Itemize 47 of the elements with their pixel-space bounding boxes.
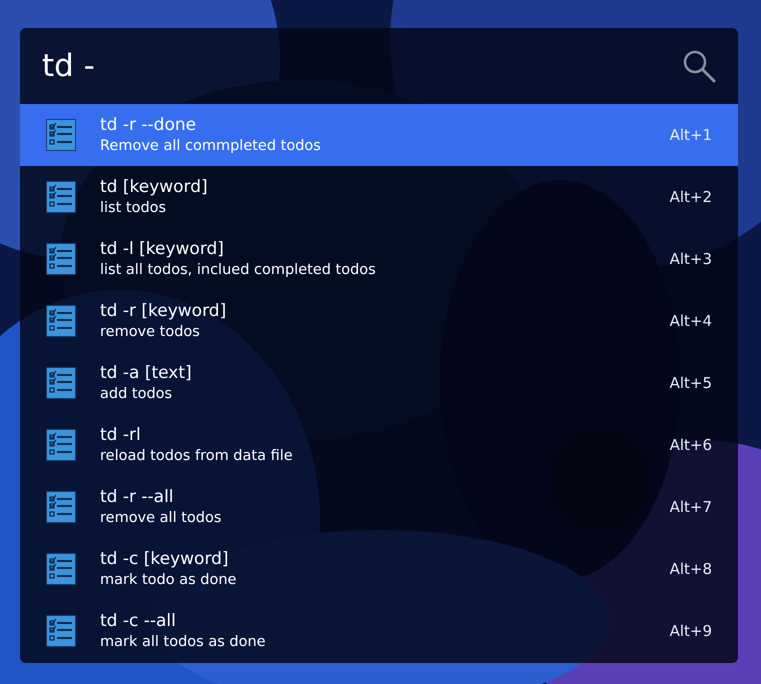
result-title: td [keyword] [100,176,209,198]
result-title: td -r [keyword] [100,300,228,322]
checklist-icon [46,305,76,337]
result-description: list all todos, inclued completed todos [100,261,377,280]
result-title: td -a [text] [100,362,193,384]
result-description: add todos [100,385,174,404]
result-item[interactable]: td -c [keyword] mark todo as done Alt+8 [20,538,738,600]
checklist-icon [46,181,76,213]
result-item[interactable]: td -c --all mark all todos as done Alt+9 [20,600,738,662]
result-item[interactable]: td -r --all remove all todos Alt+7 [20,476,738,538]
checklist-icon [46,243,76,275]
hotkey-label: Alt+4 [670,310,712,332]
hotkey-label: Alt+3 [670,248,712,270]
result-description: reload todos from data file [100,447,294,466]
result-description: mark all todos as done [100,633,267,652]
hotkey-label: Alt+5 [670,372,712,394]
result-title: td -l [keyword] [100,238,225,260]
hotkey-label: Alt+8 [670,558,712,580]
search-field[interactable]: td - [42,42,242,90]
result-description: remove all todos [100,509,222,528]
hotkey-label: Alt+1 [670,124,712,146]
result-title: td -c [keyword] [100,548,230,570]
checklist-icon [46,119,76,151]
result-item[interactable]: td -a [text] add todos Alt+5 [20,352,738,414]
search-icon [682,49,716,83]
result-item[interactable]: td -r --done Remove all commpleted todos Alt+1 [20,104,738,166]
hotkey-label: Alt+2 [670,186,712,208]
checklist-icon [46,429,76,461]
hotkey-label: Alt+7 [670,496,712,518]
result-description: Remove all commpleted todos [100,137,322,156]
result-description: remove todos [100,323,201,342]
result-title: td -rl [100,424,142,446]
result-description: list todos [100,199,168,218]
result-title: td -c --all [100,610,177,632]
result-item[interactable]: td -r [keyword] remove todos Alt+4 [20,290,738,352]
hotkey-label: Alt+9 [670,620,712,642]
result-item[interactable]: td -l [keyword] list all todos, inclued completed todos Alt+3 [20,228,738,290]
hotkey-label: Alt+6 [670,434,712,456]
checklist-icon [46,367,76,399]
result-item[interactable]: td -rl reload todos from data file Alt+6 [20,414,738,476]
checklist-icon [46,491,76,523]
result-title: td -r --done [100,114,198,136]
checklist-icon [46,615,76,647]
result-item[interactable]: td [keyword] list todos Alt+2 [20,166,738,228]
result-description: mark todo as done [100,571,238,590]
checklist-icon [46,553,76,585]
result-title: td -r --all [100,486,175,508]
